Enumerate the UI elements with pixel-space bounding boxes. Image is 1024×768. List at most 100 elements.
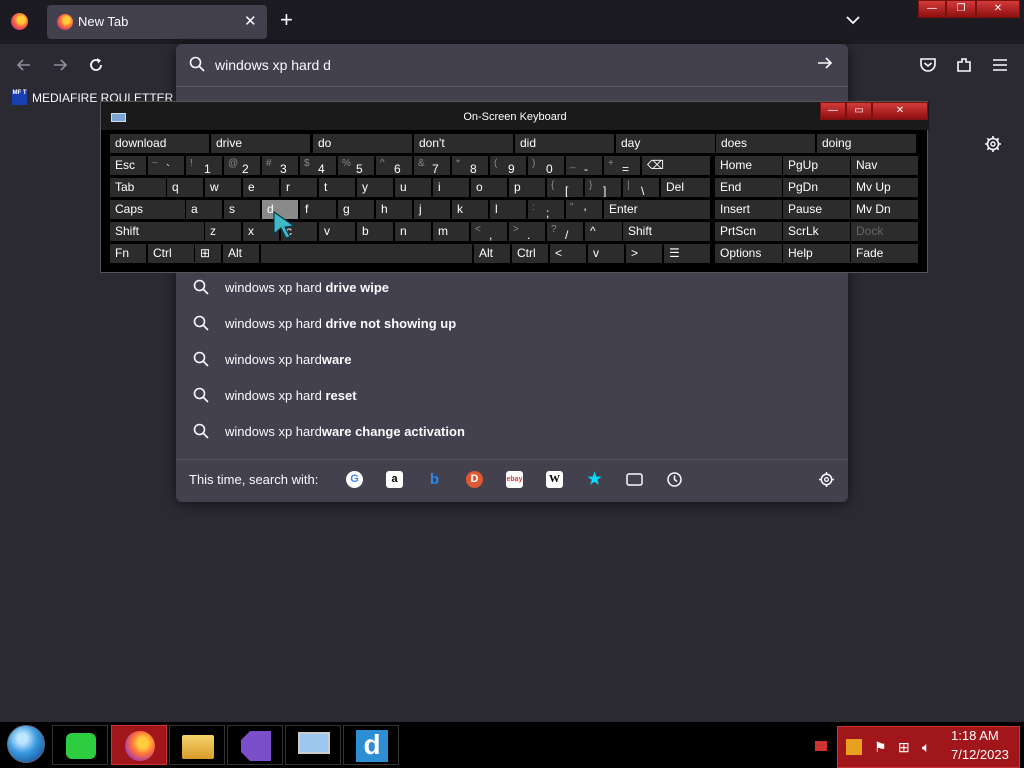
prediction-did[interactable]: did	[515, 134, 614, 153]
ebay-icon[interactable]: ebay	[506, 471, 523, 488]
key-shift-left[interactable]: Shift	[110, 222, 204, 241]
prediction-drive[interactable]: drive	[211, 134, 310, 153]
bookmarks-star-icon[interactable]: ★	[586, 471, 603, 488]
key-fn[interactable]: Fn	[110, 244, 146, 263]
key-y[interactable]: y	[357, 178, 393, 197]
suggestion-item[interactable]: windows xp hard drive wipe	[176, 270, 848, 306]
backspace-key[interactable]: ⌫	[642, 156, 710, 175]
start-button[interactable]	[7, 725, 45, 763]
key-7[interactable]: ^ 6	[376, 156, 412, 175]
menu-key[interactable]: ☰	[664, 244, 710, 263]
key-2[interactable]: ! 1	[186, 156, 222, 175]
osk-close-button[interactable]: ✕	[872, 102, 928, 120]
new-tab-button[interactable]: +	[280, 9, 293, 31]
osk-minimize-button[interactable]: —	[820, 102, 846, 120]
tray-app-icon[interactable]	[846, 739, 862, 755]
prediction-doing[interactable]: doing	[817, 134, 916, 153]
key-pgup[interactable]: PgUp	[783, 156, 850, 175]
suggestion-item[interactable]: windows xp hard reset	[176, 378, 848, 414]
key-help[interactable]: Help	[783, 244, 850, 263]
notes-app[interactable]	[52, 725, 108, 765]
network-icon[interactable]: ⊞	[898, 739, 910, 756]
key-} ][interactable]: }]	[585, 178, 621, 197]
clock-time[interactable]: 1:18 AM	[951, 728, 999, 743]
visual-studio-app[interactable]	[227, 725, 283, 765]
file-explorer-app[interactable]	[169, 725, 225, 765]
key-8[interactable]: k	[452, 200, 488, 219]
minimize-button[interactable]: —	[918, 0, 946, 18]
key-ctrl-left[interactable]: Ctrl	[148, 244, 194, 263]
key-tab[interactable]: Tab	[110, 178, 166, 197]
key-11[interactable]: ) 0	[528, 156, 564, 175]
firefox-app[interactable]	[111, 725, 167, 765]
key-r[interactable]: r	[281, 178, 317, 197]
key-1[interactable]: a	[186, 200, 222, 219]
volume-icon[interactable]: 🔈︎	[922, 739, 930, 756]
menu-icon[interactable]	[991, 56, 1009, 74]
prediction-don't[interactable]: don't	[414, 134, 513, 153]
key-alt-right[interactable]: Alt	[474, 244, 510, 263]
key-home[interactable]: Home	[715, 156, 782, 175]
wikipedia-icon[interactable]: W	[546, 471, 563, 488]
key-pause[interactable]: Pause	[783, 200, 850, 219]
address-bar[interactable]: windows xp hard d	[176, 44, 848, 86]
key-i[interactable]: i	[433, 178, 469, 197]
bing-icon[interactable]: b	[426, 471, 443, 488]
key-8[interactable]: <,	[471, 222, 507, 241]
history-icon[interactable]	[666, 471, 683, 488]
key-10[interactable]: :;	[528, 200, 564, 219]
suggestion-item[interactable]: windows xp hardware change activation	[176, 414, 848, 450]
pocket-icon[interactable]	[919, 56, 937, 74]
flag-icon[interactable]: ⚑	[874, 739, 887, 756]
back-arrow-icon[interactable]	[15, 56, 33, 74]
key-8[interactable]: & 7	[414, 156, 450, 175]
key-up-arrow[interactable]: ^	[585, 222, 622, 241]
key-mv-up[interactable]: Mv Up	[851, 178, 918, 197]
key-13[interactable]: + =	[604, 156, 640, 175]
key-5[interactable]: b	[357, 222, 393, 241]
amazon-icon[interactable]: a	[386, 471, 403, 488]
key-u[interactable]: u	[395, 178, 431, 197]
osk-titlebar[interactable]: On-Screen Keyboard — ▭ ✕	[101, 102, 929, 130]
tabs-icon[interactable]	[626, 471, 643, 488]
key-12[interactable]: _ -	[566, 156, 602, 175]
key-o[interactable]: o	[471, 178, 507, 197]
key-options[interactable]: Options	[715, 244, 782, 263]
key-6[interactable]: n	[395, 222, 431, 241]
key-10[interactable]: (9	[490, 156, 526, 175]
address-input[interactable]: windows xp hard d	[215, 57, 331, 73]
gear-icon[interactable]	[984, 135, 1002, 153]
firefox-icon[interactable]	[11, 13, 28, 30]
key-{ [[interactable]: {[	[547, 178, 583, 197]
key-e[interactable]: e	[243, 178, 279, 197]
go-arrow-icon[interactable]	[816, 54, 834, 72]
chevron-down-icon[interactable]	[845, 12, 861, 28]
clock-date[interactable]: 7/12/2023	[951, 747, 1009, 762]
key-11[interactable]: " '	[566, 200, 602, 219]
key-9[interactable]: * 8	[452, 156, 488, 175]
key-3[interactable]: @2	[224, 156, 260, 175]
key-6[interactable]: % 5	[338, 156, 374, 175]
key-5[interactable]: $4	[300, 156, 336, 175]
key-esc[interactable]: Esc	[110, 156, 146, 175]
key-p[interactable]: p	[509, 178, 545, 197]
key-4[interactable]: f	[300, 200, 336, 219]
key-4[interactable]: v	[319, 222, 355, 241]
key-2[interactable]: s	[224, 200, 260, 219]
show-hidden-icons[interactable]	[815, 741, 827, 751]
key-fade[interactable]: Fade	[851, 244, 918, 263]
prediction-download[interactable]: download	[110, 134, 209, 153]
key-scrlk[interactable]: ScrLk	[783, 222, 850, 241]
key-7[interactable]: j	[414, 200, 450, 219]
d-app[interactable]: d	[343, 725, 399, 765]
suggestion-item[interactable]: windows xp hardware	[176, 342, 848, 378]
space-key[interactable]	[261, 244, 472, 263]
tab-new-tab[interactable]: New Tab ✕	[47, 5, 267, 39]
google-icon[interactable]: G	[346, 471, 363, 488]
osk-restore-button[interactable]: ▭	[846, 102, 872, 120]
key-q[interactable]: q	[167, 178, 203, 197]
key-1[interactable]: z	[205, 222, 241, 241]
key-6[interactable]: h	[376, 200, 412, 219]
prediction-does[interactable]: does	[716, 134, 815, 153]
key-10[interactable]: ? /	[547, 222, 583, 241]
